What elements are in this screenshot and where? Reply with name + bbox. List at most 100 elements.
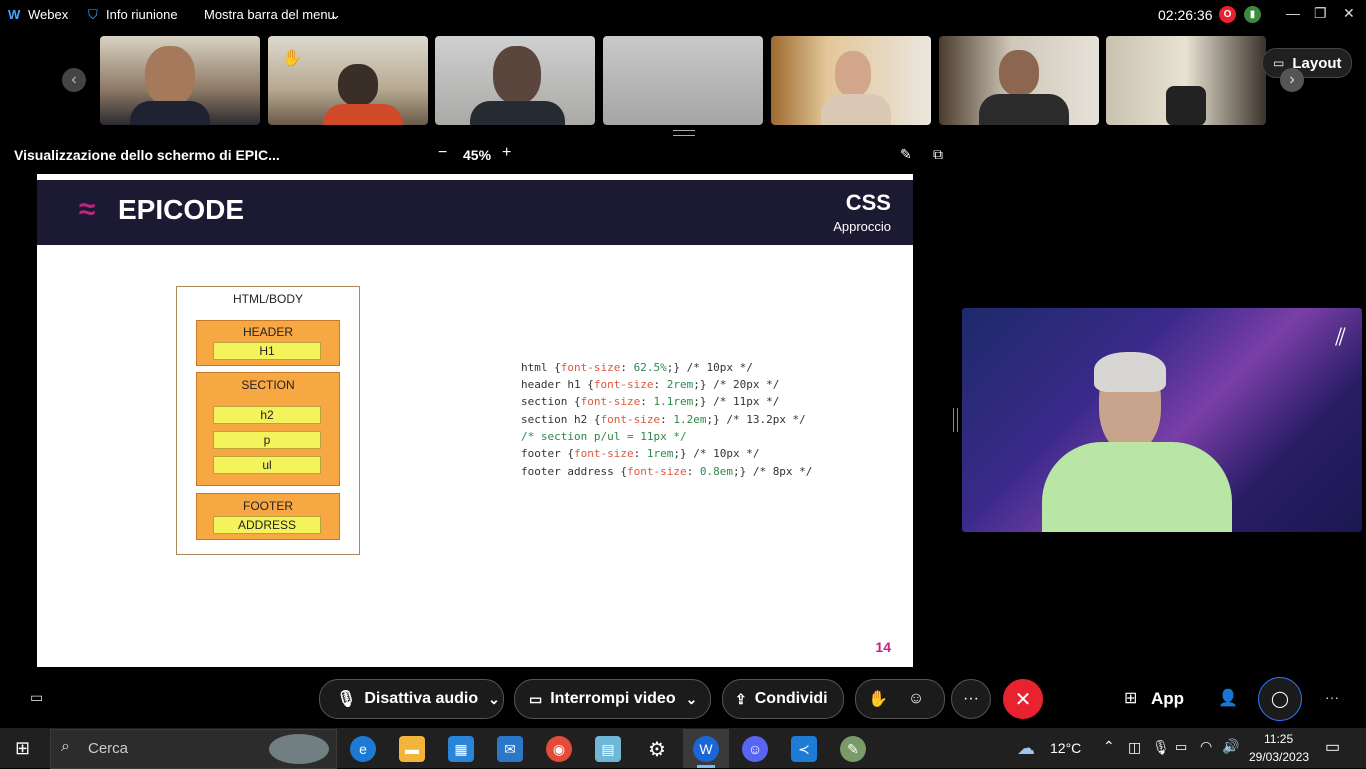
address-box: ADDRESS — [213, 516, 321, 534]
code-line: footer {font-size: 1rem;} /* 10px */ — [521, 447, 760, 460]
chevron-down-icon[interactable]: ⌄ — [330, 7, 341, 23]
mail-icon[interactable]: ✉ — [497, 736, 523, 762]
chrome-icon[interactable]: ◉ — [546, 736, 572, 762]
code-selector: section { — [521, 395, 581, 408]
battery-icon[interactable]: ▭ — [1175, 739, 1187, 755]
code-property: font-size — [573, 447, 634, 460]
more-options-button[interactable]: ··· — [951, 679, 991, 719]
annotate-icon[interactable]: ✎ — [900, 146, 912, 163]
resize-handle[interactable] — [673, 130, 695, 136]
code-selector: footer address { — [521, 465, 627, 478]
file-explorer-icon[interactable]: ▬ — [399, 736, 425, 762]
layout-button[interactable]: ▭ Layout — [1262, 48, 1352, 78]
code-comment: ;} /* 10px */ — [673, 447, 760, 460]
code-line: header h1 {font-size: 2rem;} /* 20px */ — [521, 378, 780, 391]
splitter-handle[interactable] — [953, 408, 958, 432]
share-header: Visualizzazione dello schermo di EPIC...… — [0, 140, 950, 170]
taskbar-date[interactable]: 29/03/2023 — [1249, 750, 1309, 764]
code-comment: ;} /* 10px */ — [666, 361, 753, 374]
section-label: SECTION — [241, 378, 295, 392]
restore-icon[interactable]: ❐ — [1314, 5, 1327, 22]
participant-body — [821, 94, 891, 125]
participant-video[interactable] — [603, 36, 763, 125]
code-line: section {font-size: 1.1rem;} /* 11px */ — [521, 395, 780, 408]
meeting-info-button[interactable]: Info riunione — [106, 7, 178, 22]
edge-icon[interactable]: e — [350, 736, 376, 762]
zoom-out-button[interactable]: − — [438, 144, 447, 162]
participant-video[interactable] — [1106, 36, 1266, 125]
code-property: font-size — [580, 395, 641, 408]
speaker-video[interactable]: ⫽ — [962, 308, 1362, 532]
taskbar-search-box[interactable]: ⌕ Cerca — [50, 729, 337, 769]
share-button[interactable]: ⇪ Condividi — [722, 679, 844, 719]
mute-audio-button[interactable]: 🎙 Disattiva audio ⌄ — [319, 679, 504, 719]
chevron-down-icon[interactable]: ⌄ — [686, 691, 698, 708]
code-value: 62.5% — [633, 361, 667, 374]
volume-icon[interactable]: 🔊 — [1222, 738, 1239, 755]
taskbar-time[interactable]: 11:25 — [1264, 732, 1293, 746]
code-value: 1.2em — [673, 413, 707, 426]
scroll-right-button[interactable]: › — [1280, 68, 1304, 92]
show-menu-button[interactable]: Mostra barra del menu — [204, 7, 335, 22]
participant-video[interactable]: ✋ — [268, 36, 428, 125]
speaker-sweater — [1042, 442, 1232, 532]
webex-logo-icon: W — [8, 7, 21, 22]
weather-cloud-icon[interactable]: ☁ — [1017, 738, 1035, 759]
raise-hand-icon[interactable]: ✋ — [868, 689, 888, 709]
header-label: HEADER — [242, 325, 293, 339]
zoom-in-button[interactable]: + — [502, 144, 511, 162]
microphone-tray-icon[interactable]: 🎙 — [1152, 739, 1170, 756]
chevron-up-icon[interactable]: ⌃ — [1103, 738, 1115, 755]
h2-box: h2 — [213, 406, 321, 424]
apps-button[interactable]: App — [1151, 689, 1184, 709]
chevron-down-icon[interactable]: ⌄ — [488, 691, 500, 708]
zoom-level: 45% — [463, 147, 492, 163]
settings-icon[interactable]: ⚙ — [644, 736, 670, 762]
participant-video[interactable] — [100, 36, 260, 125]
stop-video-label: Interrompi video — [550, 690, 676, 707]
close-icon[interactable]: ✕ — [1343, 5, 1355, 22]
h1-box: H1 — [213, 342, 321, 360]
code-value: 0.8em — [699, 465, 733, 478]
stop-video-button[interactable]: ▭ Interrompi video ⌄ — [514, 679, 711, 719]
code-property: font-size — [600, 413, 661, 426]
vscode-icon[interactable]: ≺ — [791, 736, 817, 762]
stats-icon[interactable]: ▮ — [1244, 6, 1261, 23]
store-icon[interactable]: ▦ — [448, 736, 474, 762]
code-selector: section h2 { — [521, 413, 601, 426]
p-box: p — [213, 431, 321, 449]
webex-icon[interactable]: W — [693, 736, 719, 762]
weather-temperature[interactable]: 12°C — [1050, 740, 1081, 756]
camera-tray-icon[interactable]: ◫ — [1128, 739, 1141, 756]
participant-video[interactable] — [435, 36, 595, 125]
participants-icon[interactable]: 👤 — [1218, 688, 1238, 708]
epicode-logo: EPICODE — [118, 194, 245, 225]
title-bar: W Webex ⛉ Info riunione Mostra barra del… — [0, 0, 1366, 30]
discord-icon[interactable]: ☺ — [742, 736, 768, 762]
participant-video[interactable] — [771, 36, 931, 125]
wifi-icon[interactable]: ◠ — [1200, 738, 1212, 755]
add-reaction-icon[interactable]: ☺ — [908, 690, 924, 708]
html-body-label: HTML/BODY — [232, 292, 303, 306]
shared-slide: ≈ EPICODE CSS Approccio HTML/BODY HEADER… — [37, 174, 913, 667]
code-property: font-size — [560, 361, 621, 374]
windows-start-icon[interactable]: ⊞ — [15, 738, 30, 759]
ul-box: ul — [213, 456, 321, 474]
slide-subheading: Approccio — [833, 219, 891, 234]
minimize-icon[interactable]: — — [1286, 5, 1300, 21]
popout-icon[interactable]: ⧉ — [933, 146, 943, 163]
raised-hand-icon: ✋ — [282, 50, 302, 67]
participant-video[interactable] — [939, 36, 1099, 125]
notifications-icon[interactable]: ▭ — [1325, 737, 1340, 757]
code-value: 1rem — [646, 447, 674, 460]
captions-icon[interactable]: ▭ — [30, 689, 43, 706]
slide-heading: CSS — [845, 190, 891, 215]
notepad-icon[interactable]: ▤ — [595, 736, 621, 762]
record-badge[interactable]: O — [1219, 6, 1236, 23]
chat-button[interactable]: ◯ — [1258, 677, 1302, 721]
scroll-left-button[interactable]: ‹ — [62, 68, 86, 92]
paint-icon[interactable]: ✎ — [840, 736, 866, 762]
more-panels-icon[interactable]: ··· — [1325, 689, 1339, 705]
leave-meeting-button[interactable]: ✕ — [1003, 679, 1043, 719]
participant-face — [145, 46, 195, 106]
